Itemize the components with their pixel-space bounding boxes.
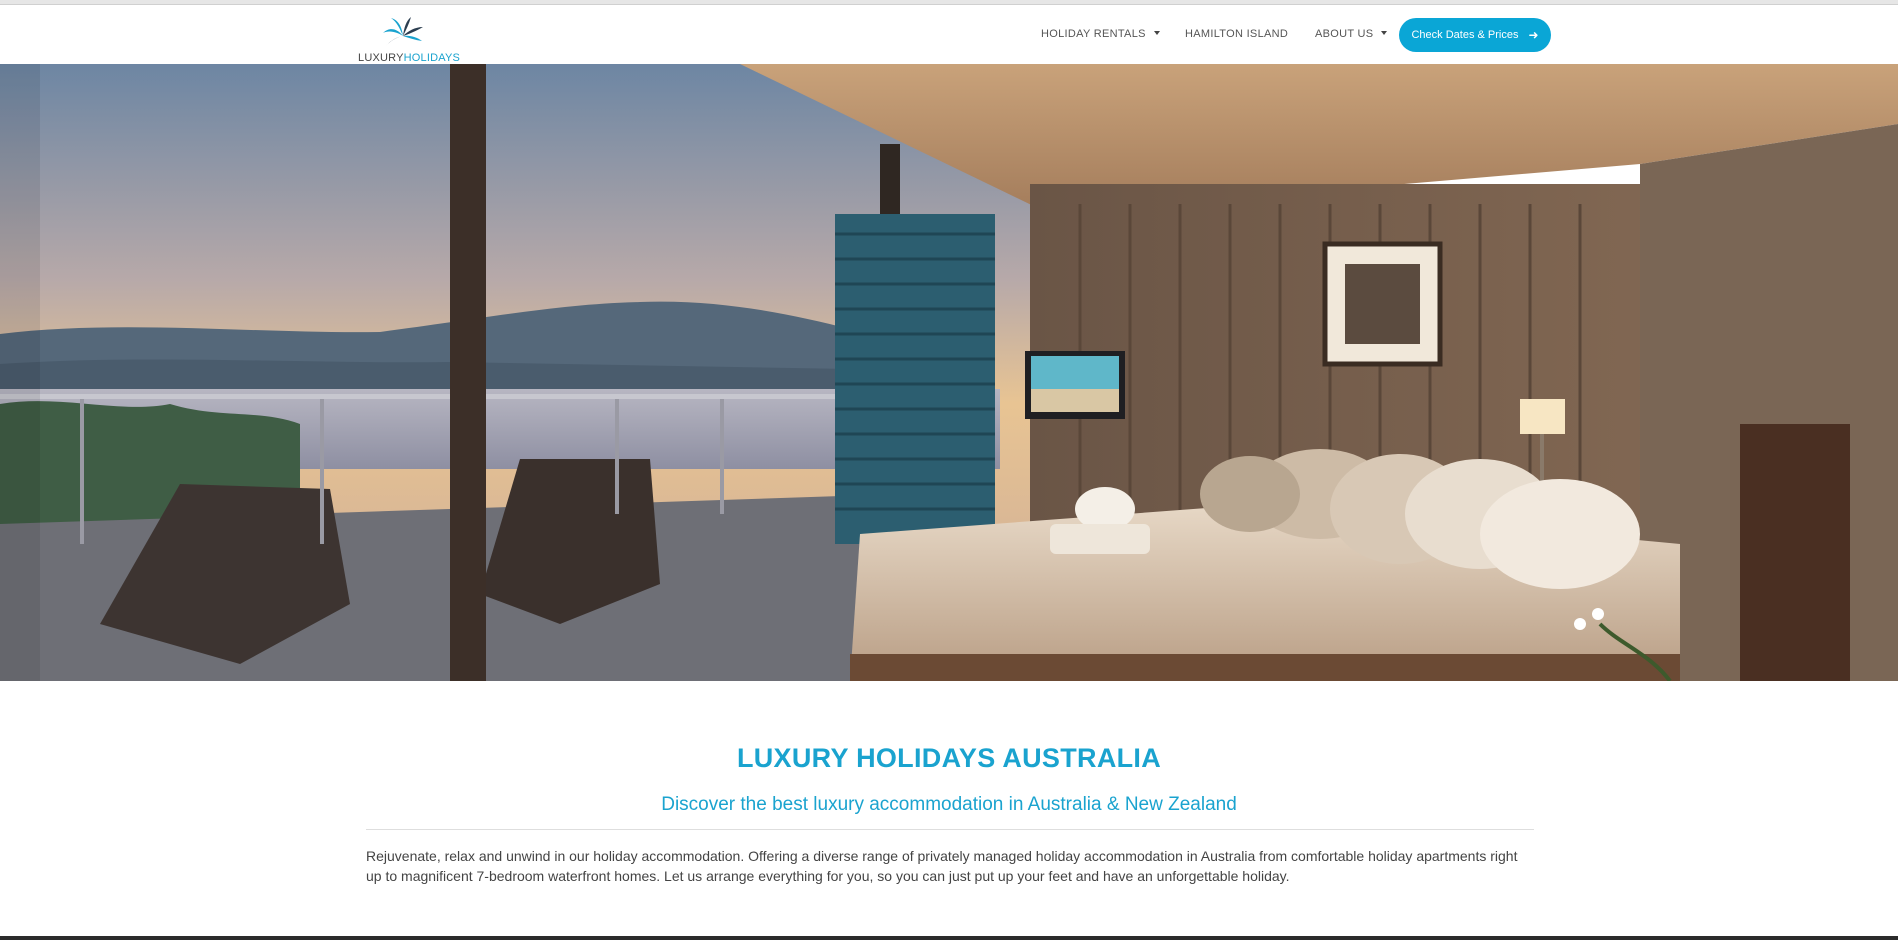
page-subtitle: Discover the best luxury accommodation i…: [661, 794, 1237, 815]
section-divider: [366, 829, 1534, 830]
intro-paragraph: Rejuvenate, relax and unwind in our holi…: [366, 848, 1518, 884]
caret-down-icon: [1153, 31, 1160, 36]
logo-text-luxury: LUXURY: [358, 52, 404, 64]
hero-bedroom-ocean-view-image: [0, 64, 1898, 681]
page-title: LUXURY HOLIDAYS AUSTRALIA: [736, 743, 1162, 773]
site-logo[interactable]: LUXURYHOLIDAYS: [358, 14, 468, 64]
site-header: LUXURYHOLIDAYS HOLIDAY RENTALS HAMILTON …: [0, 5, 1898, 64]
nav-item-holiday-rentals[interactable]: HOLIDAY RENTALS: [1041, 28, 1160, 40]
nav-item-label: HOLIDAY RENTALS: [1041, 28, 1146, 40]
intro-section: LUXURY HOLIDAYS AUSTRALIA Discover the b…: [0, 681, 1898, 936]
logo-text: LUXURYHOLIDAYS: [358, 52, 460, 64]
caret-down-icon: [1381, 31, 1388, 36]
nav-item-about-us[interactable]: ABOUT US: [1315, 28, 1388, 40]
check-dates-label: Check Dates & Prices: [1411, 29, 1519, 41]
footer-border: [0, 936, 1898, 940]
logo-text-holidays: HOLIDAYS: [403, 52, 461, 64]
check-dates-button[interactable]: Check Dates & Prices ➜: [1399, 18, 1551, 52]
nav-item-hamilton-island[interactable]: HAMILTON ISLAND: [1185, 28, 1288, 40]
arrow-right-icon: ➜: [1528, 28, 1539, 42]
nav-item-label: ABOUT US: [1315, 28, 1374, 40]
palm-leaf-logo-icon: [383, 17, 423, 46]
hero-image: [0, 64, 1898, 681]
nav-item-label: HAMILTON ISLAND: [1185, 28, 1289, 40]
